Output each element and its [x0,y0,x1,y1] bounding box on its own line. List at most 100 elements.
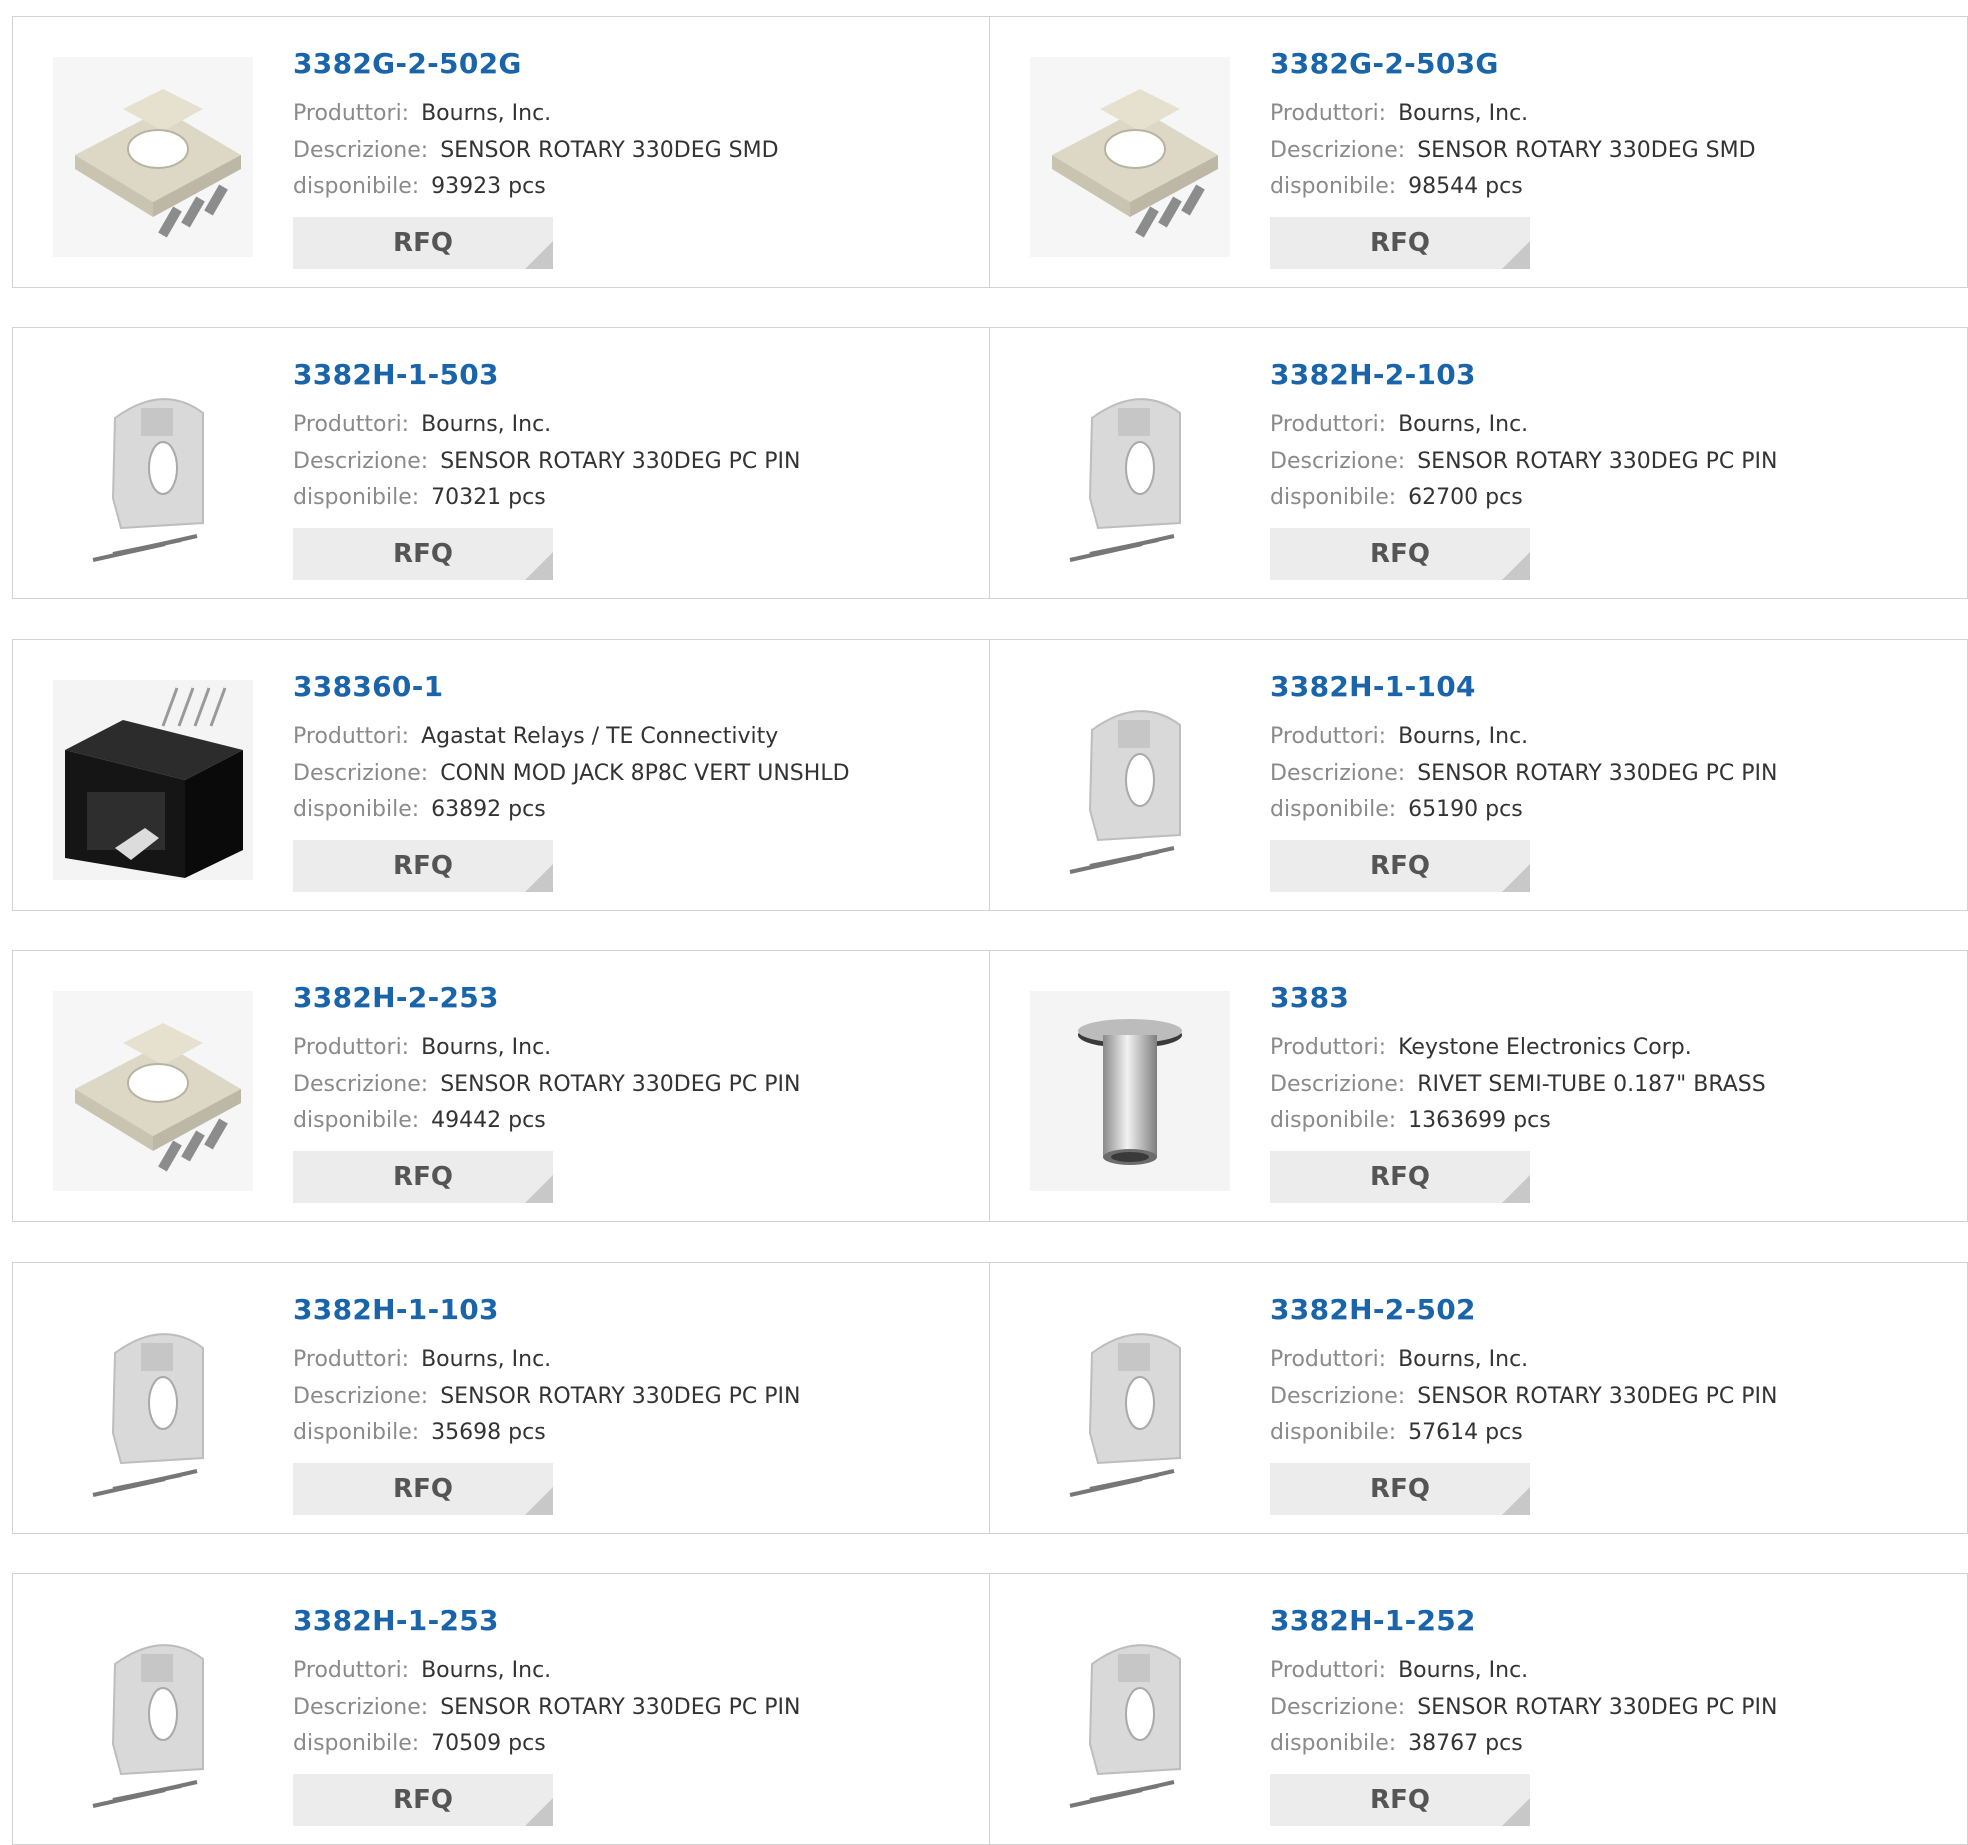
rfq-button[interactable]: RFQ [293,1463,553,1515]
manufacturer-value: Bourns, Inc. [421,1658,552,1683]
description-value: SENSOR ROTARY 330DEG PC PIN [1417,1384,1778,1409]
description-label: Descrizione: [293,138,429,163]
modular-jack-image[interactable] [53,680,253,880]
availability-label: disponibile: [293,174,420,199]
manufacturer-value: Bourns, Inc. [1398,1347,1529,1372]
part-number-link[interactable]: 3383 [1270,981,1349,1014]
manufacturer-value: Bourns, Inc. [1398,412,1529,437]
part-number-link[interactable]: 3382G-2-503G [1270,47,1499,80]
product-row: 3382H-1-503 Produttori: Bourns, Inc. Descri… [12,327,1968,599]
rfq-button[interactable]: RFQ [1270,1463,1530,1515]
rfq-button[interactable]: RFQ [1270,528,1530,580]
manufacturer-line: Produttori: Bourns, Inc. [1270,724,1528,749]
availability-line: disponibile: 93923 pcs [293,174,546,199]
availability-label: disponibile: [293,485,420,510]
product-row: 3382H-2-253 Produttori: Bourns, Inc. Descri… [12,950,1968,1222]
rfq-button[interactable]: RFQ [293,1774,553,1826]
smd-rotary-sensor-image[interactable] [53,991,253,1191]
manufacturer-label: Produttori: [1270,1347,1387,1372]
manufacturer-label: Produttori: [293,1658,410,1683]
pc-pin-rotary-sensor-image[interactable] [53,368,253,568]
description-label: Descrizione: [293,1072,429,1097]
pc-pin-rotary-sensor-image[interactable] [1030,368,1230,568]
smd-rotary-sensor-image[interactable] [53,57,253,257]
part-number-link[interactable]: 3382H-1-103 [293,1293,499,1326]
rfq-button[interactable]: RFQ [293,840,553,892]
manufacturer-value: Bourns, Inc. [1398,724,1529,749]
part-number-link[interactable]: 3382H-1-253 [293,1604,499,1637]
part-number-link[interactable]: 3382H-1-104 [1270,670,1476,703]
availability-line: disponibile: 70509 pcs [293,1731,546,1756]
rfq-button[interactable]: RFQ [293,1151,553,1203]
manufacturer-line: Produttori: Bourns, Inc. [1270,101,1528,126]
rfq-label: RFQ [393,539,453,569]
availability-label: disponibile: [1270,797,1397,822]
rfq-label: RFQ [393,1474,453,1504]
pc-pin-rotary-sensor-image[interactable] [1030,1303,1230,1503]
product-card: 3382H-1-503 Produttori: Bourns, Inc. Descri… [12,327,990,599]
part-number-link[interactable]: 3382H-1-503 [293,358,499,391]
manufacturer-line: Produttori: Bourns, Inc. [293,1658,551,1683]
manufacturer-label: Produttori: [293,1347,410,1372]
pc-pin-rotary-sensor-image[interactable] [53,1614,253,1814]
corner-triangle-icon [1502,552,1530,580]
description-label: Descrizione: [293,449,429,474]
corner-triangle-icon [1502,241,1530,269]
manufacturer-value: Bourns, Inc. [1398,101,1529,126]
stock-quantity: 35698 pcs [431,1420,546,1445]
availability-label: disponibile: [1270,485,1397,510]
corner-triangle-icon [1502,1798,1530,1826]
rfq-button[interactable]: RFQ [1270,217,1530,269]
product-card: 3382H-2-103 Produttori: Bourns, Inc. Descri… [989,327,1968,599]
part-number-link[interactable]: 3382H-1-252 [1270,1604,1476,1637]
description-label: Descrizione: [1270,1072,1406,1097]
description-value: SENSOR ROTARY 330DEG PC PIN [1417,761,1778,786]
description-line: Descrizione: SENSOR ROTARY 330DEG PC PIN [1270,1695,1778,1720]
rivet-image[interactable] [1030,991,1230,1191]
rfq-button[interactable]: RFQ [1270,1774,1530,1826]
rfq-button[interactable]: RFQ [1270,840,1530,892]
description-label: Descrizione: [1270,138,1406,163]
stock-quantity: 98544 pcs [1408,174,1523,199]
corner-triangle-icon [525,552,553,580]
part-number-link[interactable]: 3382H-2-502 [1270,1293,1476,1326]
manufacturer-value: Keystone Electronics Corp. [1398,1035,1692,1060]
pc-pin-rotary-sensor-image[interactable] [1030,680,1230,880]
availability-label: disponibile: [293,1108,420,1133]
stock-quantity: 49442 pcs [431,1108,546,1133]
pc-pin-rotary-sensor-image[interactable] [53,1303,253,1503]
part-number-link[interactable]: 3382H-2-253 [293,981,499,1014]
description-value: SENSOR ROTARY 330DEG PC PIN [1417,449,1778,474]
manufacturer-label: Produttori: [1270,1035,1387,1060]
description-value: RIVET SEMI-TUBE 0.187" BRASS [1417,1072,1766,1097]
manufacturer-label: Produttori: [293,412,410,437]
manufacturer-label: Produttori: [1270,101,1387,126]
rfq-label: RFQ [1370,851,1430,881]
product-card: 338360-1 Produttori: Agastat Relays / TE C… [12,639,990,911]
manufacturer-line: Produttori: Bourns, Inc. [1270,412,1528,437]
description-line: Descrizione: SENSOR ROTARY 330DEG PC PIN [293,1384,801,1409]
corner-triangle-icon [525,864,553,892]
description-value: SENSOR ROTARY 330DEG PC PIN [440,1072,801,1097]
availability-line: disponibile: 98544 pcs [1270,174,1523,199]
description-label: Descrizione: [1270,449,1406,474]
description-line: Descrizione: SENSOR ROTARY 330DEG PC PIN [293,449,801,474]
availability-line: disponibile: 49442 pcs [293,1108,546,1133]
rfq-label: RFQ [393,1785,453,1815]
rfq-button[interactable]: RFQ [1270,1151,1530,1203]
smd-rotary-sensor-image[interactable] [1030,57,1230,257]
manufacturer-line: Produttori: Agastat Relays / TE Connectiv… [293,724,778,749]
product-card: 3382H-2-502 Produttori: Bourns, Inc. Descri… [989,1262,1968,1534]
product-card: 3382H-1-103 Produttori: Bourns, Inc. Descri… [12,1262,990,1534]
rfq-button[interactable]: RFQ [293,217,553,269]
product-card: 3382G-2-502G Produttori: Bourns, Inc. Descr… [12,16,990,288]
part-number-link[interactable]: 3382H-2-103 [1270,358,1476,391]
pc-pin-rotary-sensor-image[interactable] [1030,1614,1230,1814]
manufacturer-value: Bourns, Inc. [1398,1658,1529,1683]
part-number-link[interactable]: 338360-1 [293,670,443,703]
availability-label: disponibile: [293,797,420,822]
part-number-link[interactable]: 3382G-2-502G [293,47,522,80]
manufacturer-line: Produttori: Bourns, Inc. [293,1347,551,1372]
description-line: Descrizione: SENSOR ROTARY 330DEG PC PIN [1270,761,1778,786]
rfq-button[interactable]: RFQ [293,528,553,580]
